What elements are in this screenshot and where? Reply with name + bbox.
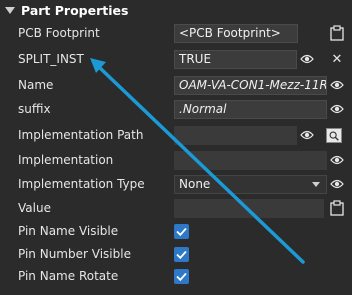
pin-number-visible-checkbox[interactable] [174, 247, 189, 262]
eye-icon[interactable] [300, 53, 314, 65]
pin-name-rotate-checkbox[interactable] [174, 269, 189, 284]
property-row-pin-number-visible: Pin Number Visible [0, 243, 352, 266]
property-row-name: Name OAM-VA-CON1-Mezz-11Row [0, 74, 352, 97]
property-row-pcb-footprint: PCB Footprint <PCB Footprint> [0, 22, 352, 45]
property-row-split-inst: SPLIT_INST TRUE ✕ [0, 48, 352, 71]
property-label: Value [18, 201, 51, 215]
property-row-pin-name-rotate: Pin Name Rotate [0, 265, 352, 288]
property-label: Pin Number Visible [18, 247, 131, 261]
implementation-path-field[interactable] [174, 126, 297, 145]
implementation-field[interactable] [174, 151, 327, 170]
clipboard-icon[interactable] [329, 200, 345, 216]
property-row-suffix: suffix .Normal [0, 98, 352, 121]
eye-icon[interactable] [330, 178, 344, 190]
property-row-implementation-type: Implementation Type None [0, 173, 352, 196]
suffix-field[interactable]: .Normal [174, 100, 327, 119]
pcb-footprint-field[interactable]: <PCB Footprint> [174, 24, 298, 43]
section-header[interactable]: Part Properties [0, 0, 352, 20]
split-inst-field[interactable]: TRUE [174, 50, 297, 69]
name-field[interactable]: OAM-VA-CON1-Mezz-11Row [174, 76, 327, 95]
property-row-implementation-path: Implementation Path [0, 124, 352, 147]
clipboard-icon[interactable] [329, 25, 345, 41]
property-label: suffix [18, 102, 51, 116]
section-title: Part Properties [21, 2, 129, 18]
close-icon[interactable]: ✕ [328, 50, 346, 69]
property-label: PCB Footprint [18, 26, 100, 40]
dropdown-caret-icon[interactable] [312, 182, 320, 187]
property-row-value: Value [0, 197, 352, 220]
eye-icon[interactable] [330, 103, 344, 115]
property-label: Pin Name Visible [18, 224, 119, 238]
property-label: Implementation Type [18, 177, 145, 191]
collapse-triangle-icon[interactable] [5, 6, 15, 14]
browse-file-icon[interactable] [326, 128, 342, 143]
eye-icon[interactable] [300, 129, 314, 141]
property-label: Implementation [18, 153, 114, 167]
property-label: Pin Name Rotate [18, 269, 119, 283]
eye-icon[interactable] [330, 79, 344, 91]
property-row-implementation: Implementation [0, 149, 352, 172]
value-field[interactable] [174, 199, 324, 218]
property-label: Implementation Path [18, 128, 144, 142]
property-row-pin-name-visible: Pin Name Visible [0, 220, 352, 243]
property-label: Name [18, 78, 54, 92]
property-label: SPLIT_INST [18, 52, 84, 66]
implementation-type-value: None [179, 177, 211, 191]
eye-icon[interactable] [330, 154, 344, 166]
implementation-type-select[interactable]: None [174, 175, 327, 194]
pin-name-visible-checkbox[interactable] [174, 224, 189, 239]
